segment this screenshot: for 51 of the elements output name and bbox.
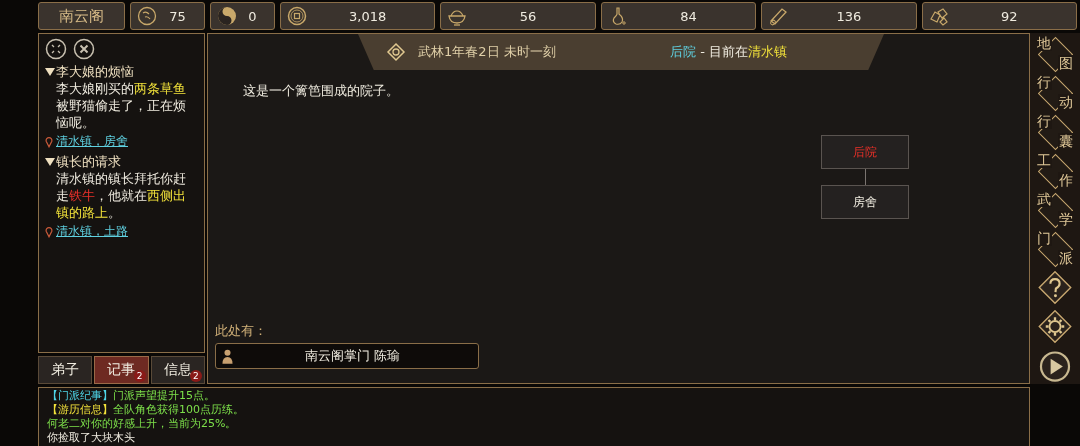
stat-value: 136 [835,8,863,24]
quest-title[interactable]: 李大娘的烦恼 [56,63,134,80]
location-title: 后院 - 目前在清水镇 [670,43,787,61]
scene-description: 这是一个篱笆围成的院子。 [243,82,400,100]
map-node[interactable]: 房舍 [821,185,909,219]
expand-icon[interactable] [45,38,67,60]
sect-name-button[interactable]: 南云阁 [38,2,125,30]
game-date: 武林1年春2日 未时一刻 [418,43,557,61]
close-icon[interactable] [73,38,95,60]
coin-icon [287,6,307,26]
present-label: 此处有： [215,322,268,340]
connector-line [864,169,866,185]
help-icon[interactable] [1036,269,1074,306]
play-icon[interactable] [1037,349,1073,385]
seal-icon [137,6,157,26]
yin-yang-icon [217,6,237,26]
menu-button[interactable]: 行动 [1035,74,1075,111]
stat-value: 75 [168,8,187,24]
log-icon [768,6,789,26]
stat-value: 56 [518,8,538,24]
menu-button[interactable]: 地图 [1035,35,1075,72]
character-button[interactable]: 南云阁掌门 陈瑜 [215,343,479,369]
caret-icon[interactable] [45,156,55,167]
settings-icon[interactable] [1036,308,1074,345]
tab[interactable]: 弟子 [38,356,93,384]
person-icon [222,348,233,364]
rocks-icon [928,6,949,26]
menu-button[interactable]: 门派 [1035,230,1075,267]
log-message: 【门派纪事】门派声望提升15点。 [47,389,216,403]
log-message: 【游历信息】全队角色获得100点历练。 [47,403,245,417]
map-pin-icon [45,225,53,238]
count-badge: 2 [133,370,146,382]
log-message: 何老二对你的好感上升，当前为25%。 [47,417,238,431]
menu-button[interactable]: 武学 [1035,191,1075,228]
location-link[interactable]: 清水镇，房舍 [56,133,128,150]
map-pin-icon [45,135,53,148]
quest-description: 李大娘刚买的两条草鱼 被野猫偷走了，正在烦恼呢。 [56,80,187,131]
compass-icon [386,42,406,62]
location-link[interactable]: 清水镇，土路 [56,223,128,240]
stat-value: 3,018 [348,8,388,24]
map-node[interactable]: 后院 [821,135,909,169]
quest-title[interactable]: 镇长的请求 [56,153,121,170]
stat-value: 84 [679,8,698,24]
menu-button[interactable]: 行囊 [1035,113,1075,150]
stat-value: 0 [247,8,258,24]
quest-description: 清水镇的镇长拜托你赶走铁牛，他就在西侧出镇的路上。 [56,170,187,221]
caret-icon[interactable] [45,66,55,77]
menu-button[interactable]: 工作 [1035,152,1075,189]
count-badge: 2 [190,370,202,382]
log-message: 你捡取了大块木头 [47,431,136,445]
stat-value: 92 [1000,8,1019,24]
